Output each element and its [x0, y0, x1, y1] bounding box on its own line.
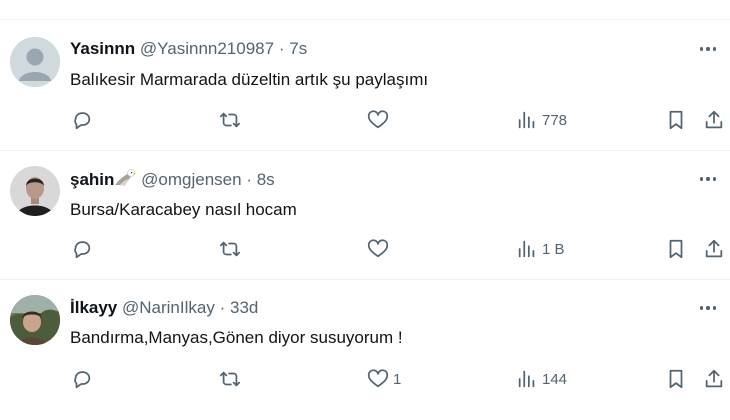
- separator-dot: ·: [219, 298, 226, 317]
- photo-avatar-man: [10, 166, 60, 216]
- avatar[interactable]: [10, 295, 60, 345]
- avatar[interactable]: [10, 166, 60, 216]
- views-icon: [518, 370, 535, 388]
- reply-button[interactable]: [71, 107, 97, 133]
- tweet-actions: 778: [0, 107, 730, 133]
- reply-icon: [74, 241, 91, 259]
- tweet-actions: 1 144: [0, 366, 730, 392]
- like-count: 1: [393, 370, 402, 388]
- retweet-icon: [219, 241, 241, 257]
- tweet-actions: 1 B: [0, 236, 730, 262]
- retweet-icon: [219, 371, 241, 387]
- photo-avatar-landscape: [10, 295, 60, 345]
- tweet-text: Bandırma,Manyas,Gönen diyor susuyorum !: [70, 328, 403, 347]
- user-handle[interactable]: @Yasinnn210987: [140, 39, 274, 58]
- retweet-button[interactable]: [219, 366, 245, 392]
- retweet-button[interactable]: [219, 107, 245, 133]
- like-icon: [367, 110, 389, 129]
- tweet-header: Yasinnn @Yasinnn210987 · 7s: [70, 38, 307, 60]
- bookmark-icon: [669, 110, 683, 130]
- default-avatar-icon: [10, 37, 60, 87]
- bookmark-icon: [669, 369, 683, 389]
- bookmark-button[interactable]: [665, 366, 687, 392]
- share-icon: [705, 110, 723, 129]
- tweet[interactable]: Yasinnn @Yasinnn210987 · 7s Balıkesir Ma…: [0, 20, 730, 151]
- separator-dot: ·: [246, 170, 252, 189]
- share-button[interactable]: [703, 366, 725, 392]
- retweet-button[interactable]: [219, 236, 245, 262]
- views-icon: [518, 111, 535, 129]
- more-icon[interactable]: [694, 168, 722, 190]
- views-count: 778: [542, 111, 568, 129]
- share-icon: [705, 239, 723, 258]
- timestamp[interactable]: 7s: [289, 39, 307, 58]
- tweet[interactable]: İlkayy @NarinIlkay · 33d Bandırma,Manyas…: [0, 280, 730, 420]
- bookmark-button[interactable]: [665, 236, 687, 262]
- like-button[interactable]: 1: [367, 366, 401, 392]
- display-name[interactable]: Yasinnn: [70, 39, 135, 58]
- views-button[interactable]: 1 B: [516, 236, 565, 262]
- views-icon: [518, 240, 535, 258]
- more-icon[interactable]: [694, 297, 722, 319]
- separator-dot: ·: [278, 39, 285, 58]
- display-name[interactable]: İlkayy: [70, 298, 117, 317]
- retweet-icon: [219, 112, 241, 128]
- reply-button[interactable]: [71, 236, 97, 262]
- avatar[interactable]: [10, 37, 60, 87]
- timestamp[interactable]: 33d: [230, 298, 258, 317]
- tweet-header: İlkayy @NarinIlkay · 33d: [70, 297, 258, 319]
- share-icon: [705, 369, 723, 388]
- timestamp[interactable]: 8s: [257, 170, 275, 189]
- like-icon: [367, 239, 389, 258]
- more-icon[interactable]: [694, 38, 722, 60]
- reply-icon: [74, 371, 91, 389]
- tweet-text: Bursa/Karacabey nasıl hocam: [70, 200, 297, 219]
- reply-icon: [74, 112, 91, 130]
- views-count: 144: [542, 370, 568, 388]
- display-name[interactable]: şahin: [70, 170, 114, 189]
- reply-button[interactable]: [71, 366, 97, 392]
- tweet-text: Balıkesir Marmarada düzeltin artık şu pa…: [70, 70, 429, 89]
- like-button[interactable]: [367, 236, 393, 262]
- views-button[interactable]: 144: [516, 366, 567, 392]
- views-button[interactable]: 778: [516, 107, 567, 133]
- user-handle[interactable]: @NarinIlkay: [122, 298, 215, 317]
- tweet[interactable]: şahin @omgjensen · 8s Bursa/Karacabey na…: [0, 151, 730, 280]
- bookmark-icon: [669, 239, 683, 259]
- like-icon: [367, 369, 389, 388]
- like-button[interactable]: [367, 107, 393, 133]
- share-button[interactable]: [703, 107, 725, 133]
- tweet-header: şahin @omgjensen · 8s: [70, 168, 275, 194]
- user-handle[interactable]: @omgjensen: [141, 170, 241, 189]
- share-button[interactable]: [703, 236, 725, 262]
- bookmark-button[interactable]: [665, 107, 687, 133]
- eagle-emoji-icon: [114, 168, 137, 194]
- views-count: 1 B: [542, 240, 565, 258]
